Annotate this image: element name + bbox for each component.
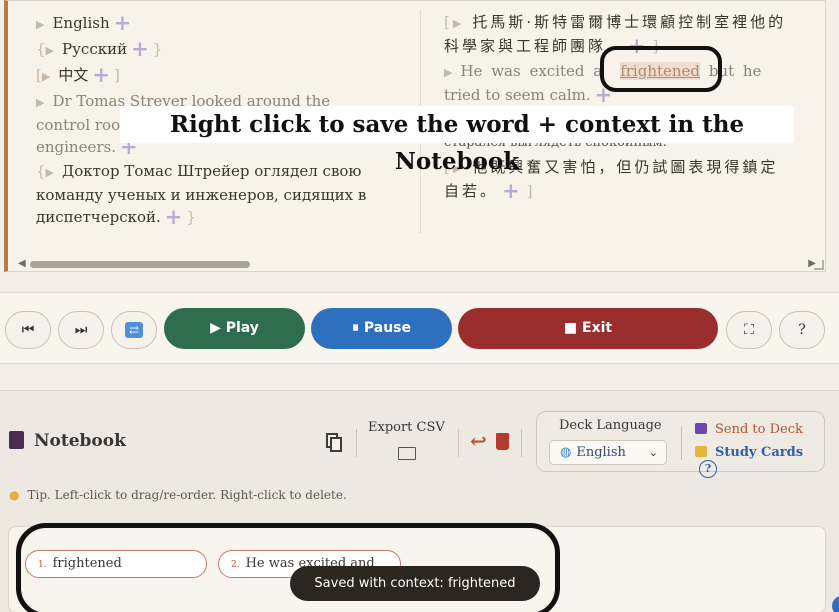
- help-icon[interactable]: ?: [699, 460, 717, 478]
- fullscreen-button[interactable]: ⛶: [726, 311, 772, 349]
- pause-button[interactable]: ⏸ Pause: [311, 308, 452, 349]
- expand-icon: ▶: [45, 166, 55, 179]
- deck-panel: Deck Language ◍ English ⌄ Send to Deck Stu…: [536, 411, 825, 478]
- toast-notification: Saved with context: frightened: [290, 566, 540, 601]
- annotation-banner: Right click to save the word + context i…: [120, 106, 794, 175]
- export-csv-label: Export CSV: [368, 420, 445, 435]
- add-icon[interactable]: +: [92, 64, 110, 85]
- lightbulb-icon: ●: [9, 488, 20, 502]
- add-icon[interactable]: +: [165, 206, 183, 227]
- toolbar-divider: [521, 429, 522, 457]
- chevron-down-icon: ⌄: [648, 446, 658, 459]
- expand-icon: ▶: [36, 18, 45, 31]
- book-icon: [9, 431, 24, 449]
- play-button[interactable]: ▶ Play: [164, 308, 305, 349]
- repeat-icon: ⇄: [125, 322, 143, 338]
- send-to-deck-link[interactable]: Send to Deck: [695, 422, 803, 437]
- add-icon[interactable]: +: [502, 180, 523, 201]
- notebook-title: Notebook: [9, 431, 126, 451]
- add-icon[interactable]: +: [131, 38, 149, 59]
- player-controls: ⏮ ⏭ ⇄ ▶ Play ⏸ Pause ■ Exit ⛶ ?: [0, 292, 839, 364]
- expand-icon: ▶: [45, 44, 55, 57]
- globe-icon: ◍: [560, 445, 572, 460]
- horizontal-scrollbar[interactable]: ◀ ▶: [14, 257, 822, 271]
- next-button[interactable]: ⏭: [58, 311, 104, 349]
- previous-button[interactable]: ⏮: [5, 311, 51, 349]
- lang-toggle-english[interactable]: ▶ English +: [36, 12, 135, 36]
- undo-icon[interactable]: ↩: [470, 429, 487, 453]
- skip-back-icon: ⏮: [21, 322, 35, 338]
- study-cards-link[interactable]: Study Cards?: [695, 445, 824, 478]
- expand-icon: ▶: [452, 17, 465, 30]
- folder-cards-icon: [695, 446, 707, 457]
- deck-icon: [695, 423, 707, 434]
- deck-language-select[interactable]: ◍ English ⌄: [549, 440, 667, 465]
- expand-icon: ▶: [36, 96, 45, 109]
- deck-divider: [681, 426, 682, 460]
- toolbar-divider: [458, 429, 459, 457]
- sentence-russian[interactable]: {▶ Доктор Томас Штрейер оглядел свою кома…: [36, 160, 366, 228]
- lang-toggle-chinese[interactable]: [▶ 中文 +]: [36, 64, 120, 88]
- expand-icon: ▶: [444, 66, 453, 79]
- expand-icon: ▶: [41, 70, 51, 83]
- scroll-left-icon[interactable]: ◀: [18, 258, 26, 269]
- tip-text: ● Tip. Left-click to drag/re-order. Right…: [9, 488, 347, 502]
- copy-icon[interactable]: [326, 433, 343, 453]
- trash-icon[interactable]: [496, 433, 509, 450]
- scrollbar-thumb[interactable]: [30, 261, 250, 268]
- resize-grip-icon[interactable]: [814, 260, 824, 270]
- skip-forward-icon: ⏭: [74, 322, 88, 338]
- help-button[interactable]: ?: [779, 311, 825, 349]
- exit-button[interactable]: ■ Exit: [458, 308, 718, 349]
- add-icon[interactable]: +: [114, 12, 132, 33]
- lang-toggle-russian[interactable]: {▶ Русский +}: [36, 38, 162, 62]
- deck-language-label: Deck Language: [559, 418, 662, 433]
- toolbar-divider: [356, 429, 357, 457]
- annotation-circle-word: [600, 46, 722, 92]
- loop-button[interactable]: ⇄: [111, 311, 157, 349]
- fullscreen-icon: ⛶: [744, 322, 754, 338]
- folder-icon[interactable]: [398, 447, 416, 460]
